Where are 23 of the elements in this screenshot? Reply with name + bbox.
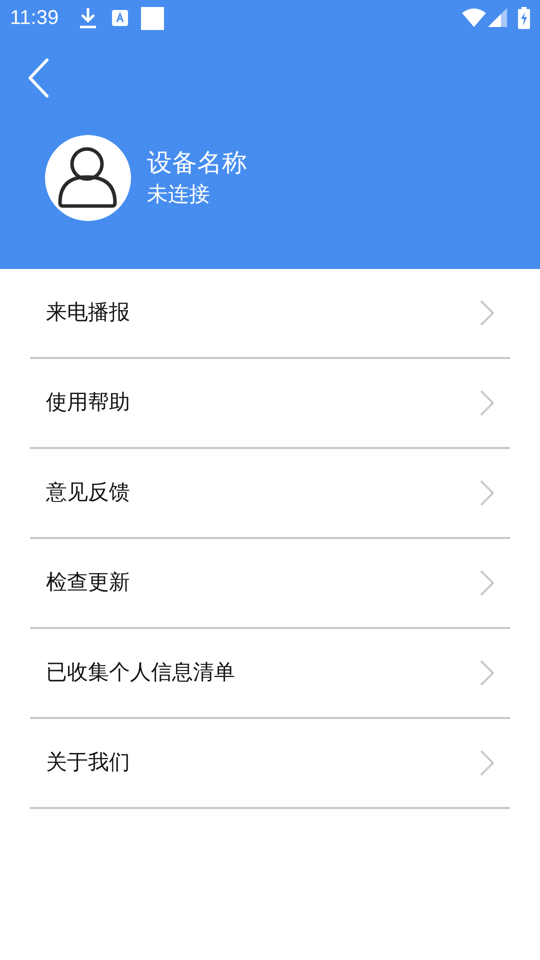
chevron-right-icon bbox=[480, 300, 494, 326]
device-name: 设备名称 bbox=[147, 147, 247, 179]
battery-icon bbox=[518, 7, 530, 29]
menu-item[interactable]: 检查更新 bbox=[30, 539, 510, 629]
status-time: 11:39 bbox=[10, 6, 59, 31]
chevron-right-icon bbox=[480, 390, 494, 416]
notification-square-icon bbox=[140, 6, 164, 30]
signal-icon bbox=[488, 8, 508, 28]
menu-item[interactable]: 已收集个人信息清单 bbox=[30, 629, 510, 719]
download-icon bbox=[78, 7, 97, 29]
menu-item[interactable]: 意见反馈 bbox=[30, 449, 510, 539]
chevron-right-icon bbox=[480, 480, 494, 506]
menu-item[interactable]: 来电播报 bbox=[30, 269, 510, 359]
chevron-right-icon bbox=[480, 750, 494, 776]
keyboard-icon bbox=[112, 10, 128, 26]
menu-item[interactable]: 使用帮助 bbox=[30, 359, 510, 449]
back-icon bbox=[27, 58, 49, 98]
menu-item[interactable]: 关于我们 bbox=[30, 719, 510, 809]
wifi-icon bbox=[462, 8, 486, 28]
connection-status: 未连接 bbox=[147, 181, 211, 208]
chevron-right-icon bbox=[480, 660, 494, 686]
person-icon bbox=[57, 147, 119, 209]
chevron-right-icon bbox=[480, 570, 494, 596]
